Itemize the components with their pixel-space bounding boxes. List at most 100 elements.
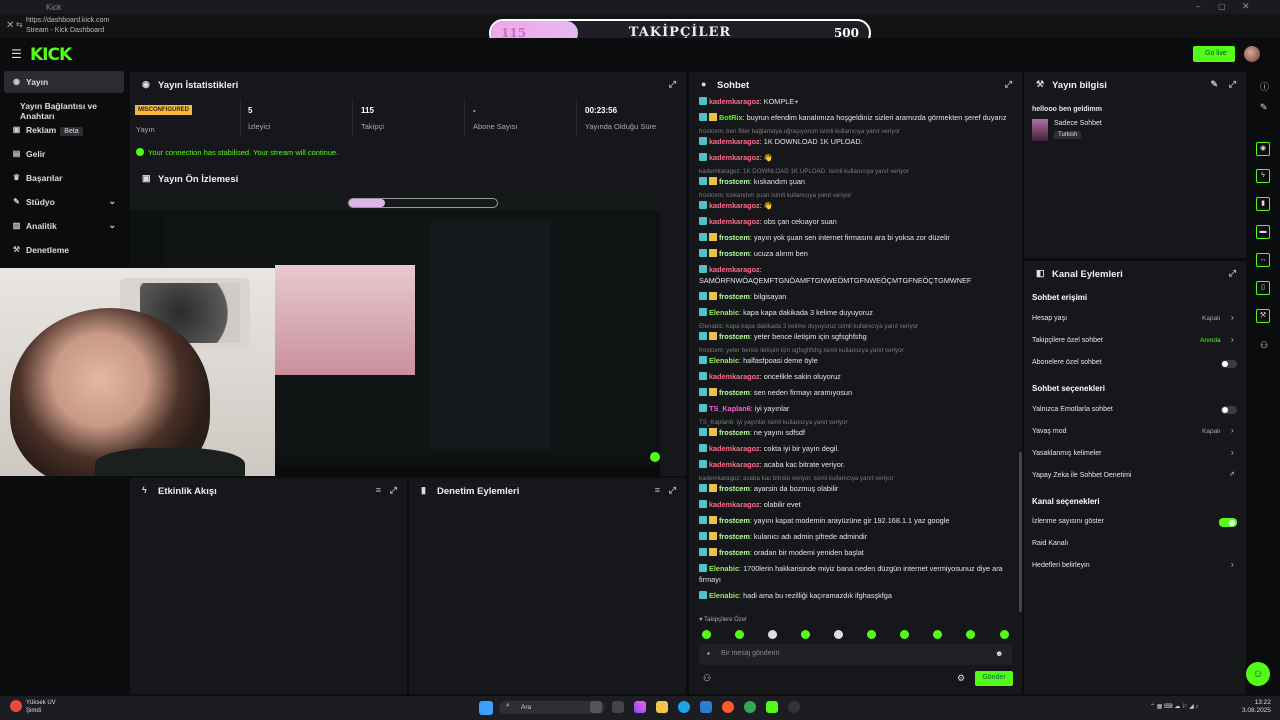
users-icon[interactable]: ⚇ xyxy=(1260,340,1268,351)
sidebar-item-analitik[interactable]: ▥ Analitik ⌄ xyxy=(4,215,124,237)
chevron-right-icon[interactable]: › xyxy=(1231,448,1234,457)
chat-username[interactable]: TS_Kaplan6 xyxy=(709,404,751,413)
chat-username[interactable]: BotRix xyxy=(719,113,743,122)
ai-moderation-label[interactable]: Yapay Zeka ile Sohbet Denetimi xyxy=(1032,472,1131,479)
expand-icon[interactable]: ⤢ xyxy=(390,485,397,496)
browser-tab-title[interactable]: Kick xyxy=(46,3,61,12)
chat-username[interactable]: frostcem xyxy=(719,292,750,301)
chat-username[interactable]: kademkaragoz xyxy=(709,372,760,381)
sidebar-item-basarilar[interactable]: ♛ Başarılar xyxy=(4,167,124,189)
show-viewers-toggle[interactable] xyxy=(1219,518,1237,527)
kick-logo[interactable]: KICK xyxy=(30,45,72,65)
chat-message[interactable]: TS_Kaplan6: iyi yayınlar xyxy=(699,403,1009,414)
filter-icon[interactable]: ≡ xyxy=(655,485,660,495)
chat-message[interactable]: kademkaragoz: SAMÖRFNWÖAQEMFTGNÖAMFTGNWE… xyxy=(699,264,1009,286)
maximize-icon[interactable]: ▢ xyxy=(1218,2,1226,11)
info-icon[interactable]: ⓘ xyxy=(1260,80,1269,93)
emote-icon[interactable] xyxy=(867,630,876,639)
chat-username[interactable]: frostcem xyxy=(719,428,750,437)
chat-username[interactable]: kademkaragoz xyxy=(709,137,760,146)
expand-icon[interactable]: ⤢ xyxy=(669,79,676,90)
account-age-value[interactable]: Kapalı xyxy=(1202,315,1220,322)
chat-username[interactable]: kademkaragoz xyxy=(709,153,760,162)
emote-icon[interactable] xyxy=(702,630,711,639)
chat-username[interactable]: frostcem xyxy=(719,388,750,397)
chat-message[interactable]: frostcem: ne yayını sdfsdf xyxy=(699,427,1009,438)
chat-message[interactable]: frostcem: ayarsin da bozmuş olabilir xyxy=(699,483,1009,494)
account-age-label[interactable]: Hesap yaşı xyxy=(1032,315,1067,322)
emote-icon[interactable] xyxy=(966,630,975,639)
firefox-icon[interactable] xyxy=(722,701,734,713)
weather-widget[interactable]: Yüksek UV Şimdi xyxy=(26,699,56,715)
followers-only-value[interactable]: Anında xyxy=(1200,337,1221,344)
sidebar-item-stream-key[interactable]: Yayın Bağlantısı ve Anahtarı xyxy=(4,95,124,121)
slow-mode-label[interactable]: Yavaş mod xyxy=(1032,428,1067,435)
expand-icon[interactable]: ⤢ xyxy=(1229,79,1236,90)
chat-input[interactable]: Bir mesaj gönderin xyxy=(699,644,1012,665)
chat-message[interactable]: frostcem: kulanıcı adı admin şifrede adm… xyxy=(699,531,1009,542)
emote-icon[interactable] xyxy=(768,630,777,639)
chat-message[interactable]: Elenabic: hadi ama bu rezilliği kaçırama… xyxy=(699,590,1009,601)
chevron-right-icon[interactable]: › xyxy=(1231,313,1234,322)
chat-username[interactable]: frostcem xyxy=(719,249,750,258)
chat-scrollbar[interactable] xyxy=(1019,452,1022,612)
emoji-icon[interactable]: ☻ xyxy=(995,649,1003,658)
chat-message[interactable]: kademkaragoz: acaba kac bitrate veriyor. xyxy=(699,459,1009,470)
emote-only-toggle[interactable] xyxy=(1221,406,1237,414)
chat-username[interactable]: frostcem xyxy=(719,532,750,541)
expand-icon[interactable]: ⤢ xyxy=(1229,268,1236,279)
obs-icon[interactable] xyxy=(788,701,800,713)
chat-message[interactable]: frostcem: ucuza alırım ben xyxy=(699,248,1009,259)
chat-username[interactable]: frostcem xyxy=(719,548,750,557)
settings-icon[interactable]: ⇆ xyxy=(16,20,23,29)
url-text[interactable]: https://dashboard.kick.com xyxy=(26,17,109,24)
chat-message[interactable]: frostcem: yeter bence iletişim için sgfs… xyxy=(699,331,1009,342)
edge-icon[interactable] xyxy=(678,701,690,713)
chat-username[interactable]: kademkaragoz xyxy=(709,217,760,226)
chat-username[interactable]: Elenabic xyxy=(709,591,739,600)
chat-message[interactable]: kademkaragoz: oncelikle sakin oluyoruz xyxy=(699,371,1009,382)
followers-only-label[interactable]: Takipçilere özel sohbet xyxy=(1032,337,1103,344)
chat-message[interactable]: Elenabic: kapa kapa dakikada 3 kelime du… xyxy=(699,307,1009,318)
subs-only-toggle[interactable] xyxy=(1221,360,1237,368)
subs-only-label[interactable]: Abonelere özel sohbet xyxy=(1032,359,1102,366)
chat-username[interactable]: kademkaragoz xyxy=(709,460,760,469)
emote-icon[interactable] xyxy=(735,630,744,639)
camera-icon[interactable]: ◉ xyxy=(1256,142,1270,156)
chat-user-icon[interactable]: ▪ xyxy=(707,649,710,658)
go-live-button[interactable]: Go live xyxy=(1193,46,1235,62)
chat-username[interactable]: kademkaragoz xyxy=(709,265,760,274)
emote-icon[interactable] xyxy=(933,630,942,639)
help-chat-icon[interactable]: ☺ xyxy=(1246,662,1270,686)
slow-mode-value[interactable]: Kapalı xyxy=(1202,428,1220,435)
chat-username[interactable]: frostcem xyxy=(719,484,750,493)
banned-words-label[interactable]: Yasaklanmış kelimeler xyxy=(1032,450,1102,457)
kick-app-icon[interactable] xyxy=(766,701,778,713)
expand-icon[interactable]: ⤢ xyxy=(669,485,676,496)
windows-start-icon[interactable] xyxy=(479,701,493,715)
gear-icon[interactable]: ⚙ xyxy=(957,673,965,684)
wrench-icon[interactable]: ⚒ xyxy=(1256,309,1270,323)
sidebar-item-studyo[interactable]: ✎ Stüdyo ⌄ xyxy=(4,191,124,213)
expand-icon[interactable]: ⤢ xyxy=(1005,79,1012,90)
emote-icon[interactable] xyxy=(900,630,909,639)
chat-message[interactable]: Elenabic: 1700lerin hakkarisinde miyiz b… xyxy=(699,563,1009,585)
taskbar-clock[interactable]: 13:22 3.08.2025 xyxy=(1242,699,1271,715)
widgets-icon[interactable] xyxy=(612,701,624,713)
hamburger-menu-icon[interactable]: ☰ xyxy=(11,47,22,61)
sidebar-item-gelir[interactable]: ▤ Gelir xyxy=(4,143,124,165)
filter-icon[interactable]: ≡ xyxy=(376,485,381,495)
sidebar-item-yayin[interactable]: ◉ Yayın xyxy=(4,71,124,93)
chat-message[interactable]: frostcem: sen neden firmayı aramıyosun xyxy=(699,387,1009,398)
chat-message[interactable]: kademkaragoz: KOMPLE+ xyxy=(699,96,1009,107)
arrows-icon[interactable]: ↔ xyxy=(1256,253,1270,267)
emote-icon[interactable] xyxy=(834,630,843,639)
copilot-icon[interactable] xyxy=(634,701,646,713)
targets-label[interactable]: Hedefleri belirleyin xyxy=(1032,562,1090,569)
sidebar-item-reklam[interactable]: ▣ Reklam Beta xyxy=(4,119,124,141)
lightning-icon[interactable]: ϟ xyxy=(1256,169,1270,183)
close-window-icon[interactable]: ✕ xyxy=(1242,1,1250,12)
raid-label[interactable]: Raid Kanalı xyxy=(1032,540,1068,547)
chat-username[interactable]: kademkaragoz xyxy=(709,201,760,210)
chat-username[interactable]: kademkaragoz xyxy=(709,97,760,106)
